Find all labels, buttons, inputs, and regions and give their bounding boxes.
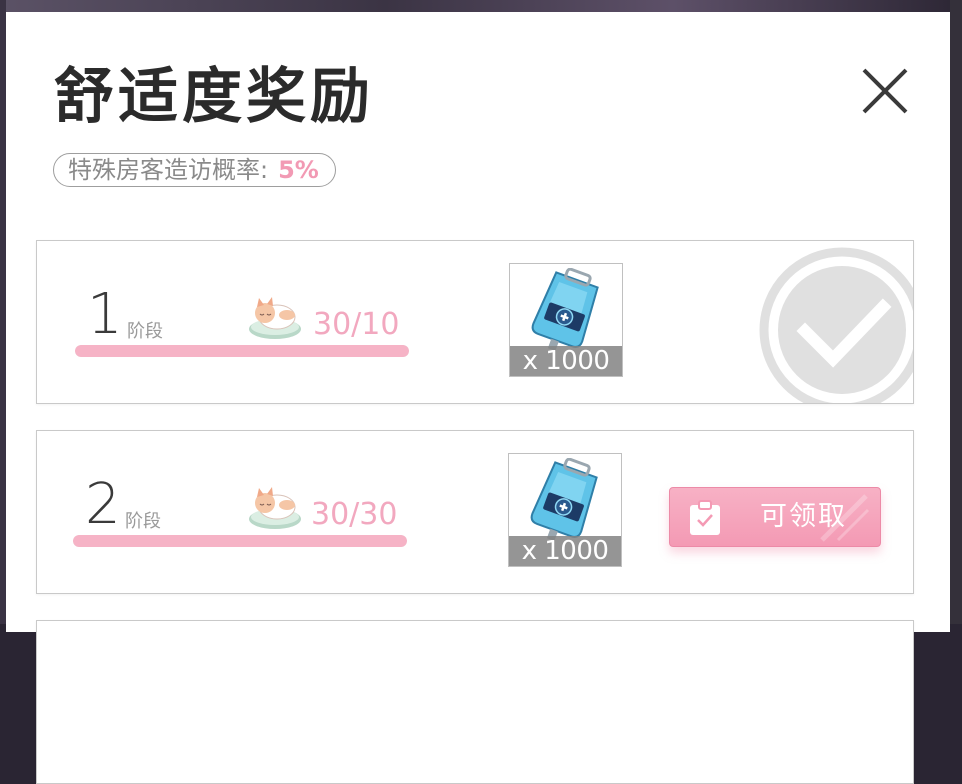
stage-progress-text: 30/10 (313, 307, 400, 342)
stage-label: 阶段 (125, 511, 161, 532)
background-right (950, 0, 962, 624)
stage-number: 1 (87, 282, 123, 347)
reward-quantity: x 1000 (510, 346, 622, 376)
stage-progress-fill (75, 345, 409, 357)
sparkle-deco-icon (820, 494, 870, 542)
visit-rate-badge: 特殊房客造访概率: 5% (53, 153, 336, 187)
stage-card-3 (36, 620, 914, 784)
clipboard-check-icon (690, 500, 720, 535)
reward-dialog: 舒适度奖励 特殊房客造访概率: 5% 1 阶段 30/10 x 1000 2 阶… (6, 12, 950, 784)
stage-label: 阶段 (127, 321, 163, 342)
stage-number: 2 (85, 472, 121, 537)
claim-button[interactable]: 可领取 (669, 487, 881, 547)
stage-progress-fill (73, 535, 407, 547)
drip-bag-icon (531, 268, 599, 351)
close-icon[interactable] (858, 64, 912, 118)
reward-item[interactable]: x 1000 (508, 453, 622, 567)
stage-card-1: 1 阶段 30/10 x 1000 (36, 240, 914, 404)
drip-bag-icon (530, 458, 598, 541)
stage-card-2: 2 阶段 30/30 x 1000 可领取 (36, 430, 914, 594)
stage-progress-bar (73, 535, 407, 547)
visit-rate-label: 特殊房客造访概率: (68, 156, 269, 184)
reward-item[interactable]: x 1000 (509, 263, 623, 377)
background-strip (0, 0, 962, 12)
sleeping-cat-icon (249, 297, 301, 339)
claimed-check-icon (759, 247, 913, 403)
stage-progress-text: 30/30 (311, 497, 398, 532)
visit-rate-value: 5% (278, 156, 319, 184)
dialog-title: 舒适度奖励 (54, 62, 374, 132)
stage-progress-bar (75, 345, 409, 357)
sleeping-cat-icon (249, 487, 301, 529)
reward-quantity: x 1000 (509, 536, 621, 566)
